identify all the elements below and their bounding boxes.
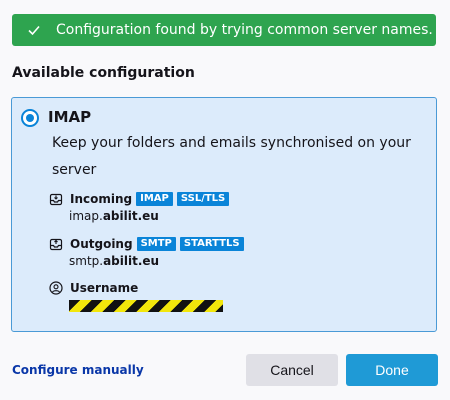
outgoing-security-badge: STARTTLS <box>179 237 244 251</box>
user-icon <box>48 280 64 296</box>
configure-manually-link[interactable]: Configure manually <box>12 363 144 377</box>
done-button[interactable]: Done <box>346 354 438 386</box>
outgoing-row: Outgoing SMTP STARTTLS <box>48 236 248 252</box>
checkmark-icon <box>26 22 42 38</box>
incoming-label: Incoming <box>70 192 133 206</box>
outgoing-label: Outgoing <box>70 237 133 251</box>
redacted-username <box>69 300 223 312</box>
outgoing-host: smtp.abilit.eu <box>69 254 160 268</box>
username-label: Username <box>70 281 139 295</box>
config-option-imap[interactable]: IMAP Keep your folders and emails synchr… <box>11 97 437 332</box>
banner-text: Configuration found by trying common ser… <box>56 22 433 38</box>
incoming-host: imap.abilit.eu <box>69 209 159 223</box>
username-row: Username <box>48 280 142 296</box>
incoming-protocol-badge: IMAP <box>136 192 173 206</box>
incoming-security-badge: SSL/TLS <box>176 192 230 206</box>
incoming-mail-icon <box>48 191 64 207</box>
success-banner: Configuration found by trying common ser… <box>12 14 436 46</box>
outgoing-protocol-badge: SMTP <box>136 237 176 251</box>
protocol-title: IMAP <box>48 108 92 126</box>
config-radio[interactable] <box>21 109 39 127</box>
section-title: Available configuration <box>12 65 195 81</box>
protocol-description: Keep your folders and emails synchronise… <box>52 135 411 178</box>
outgoing-mail-icon <box>48 236 64 252</box>
incoming-row: Incoming IMAP SSL/TLS <box>48 191 233 207</box>
cancel-button[interactable]: Cancel <box>246 354 338 386</box>
